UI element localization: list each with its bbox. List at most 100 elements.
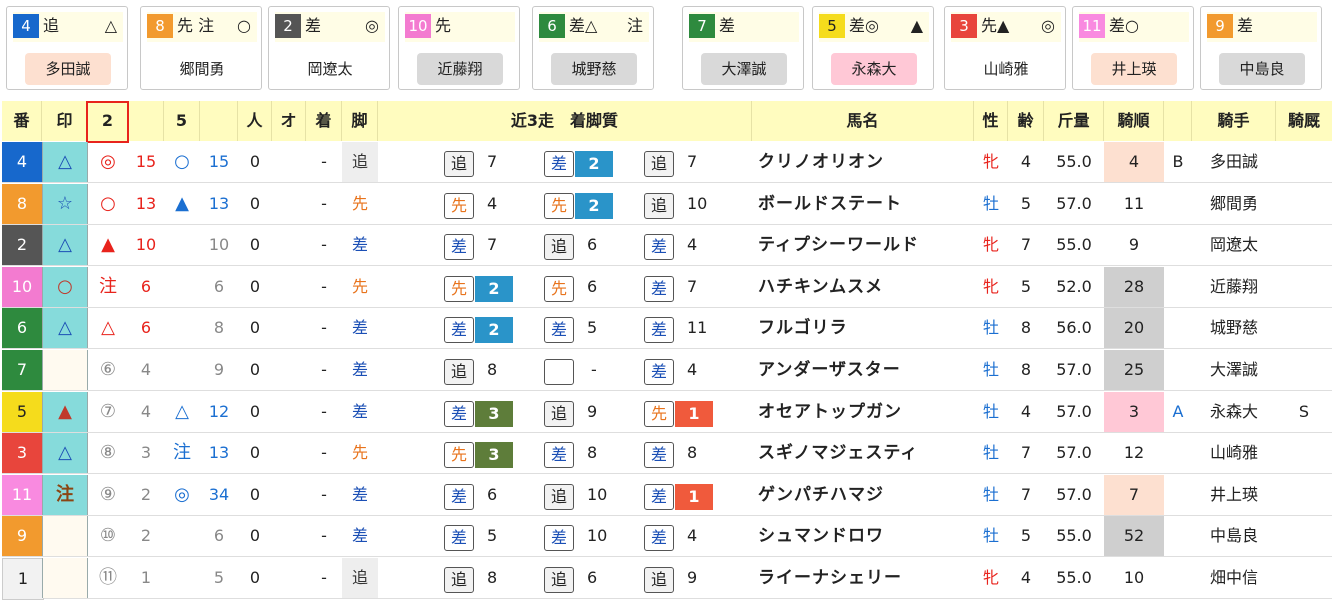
ashi-value: 先	[351, 193, 368, 213]
jockey-card[interactable]: 10 先 近藤翔	[398, 6, 520, 90]
header-chaku[interactable]: 着	[306, 101, 342, 141]
o-value	[272, 433, 306, 473]
table-row[interactable]: 10 ○ 注 6 6 0 - 先 ハチキンムスメ 牝 5 52.0 28 近藤翔…	[2, 266, 1332, 308]
row-mark-select[interactable]: △	[42, 433, 88, 474]
past-run-placing: 8	[487, 568, 498, 587]
horse-name[interactable]: ゲンパチハマジ	[758, 475, 884, 515]
table-row[interactable]: 9 ⑩ 2 6 0 - 差 シュマンドロワ 牡 5 55.0 52 中島良 差5…	[2, 516, 1332, 558]
jockey-name[interactable]: 永森大	[1192, 392, 1276, 432]
card-jockey-name[interactable]: 永森大	[831, 53, 917, 85]
jockey-name[interactable]: 山崎雅	[1192, 433, 1276, 473]
header-jockey[interactable]: 騎手	[1192, 101, 1276, 141]
card-jockey-name[interactable]: 井上瑛	[1091, 53, 1177, 85]
horse-name[interactable]: フルゴリラ	[758, 308, 848, 348]
row-mark-select[interactable]	[42, 350, 88, 390]
header-o[interactable]: オ	[272, 101, 306, 141]
header-mark-5[interactable]: 5	[164, 101, 200, 141]
kyusha-value	[1276, 350, 1332, 390]
mark2-value: 15	[135, 152, 157, 171]
card-jockey-name[interactable]: 近藤翔	[417, 53, 503, 85]
header-ashi[interactable]: 脚	[342, 101, 378, 141]
card-jockey-name[interactable]: 中島良	[1219, 53, 1305, 85]
jockey-card[interactable]: 11 差○ 井上瑛	[1072, 6, 1194, 90]
past-run-placing-badge: 3	[475, 442, 513, 469]
header-recent[interactable]: 近3走 着脚質	[378, 101, 752, 141]
card-mark: ◎	[1041, 16, 1055, 35]
table-row[interactable]: 1 ⑪ 1 5 0 - 追 ライーナシェリー 牝 4 55.0 10 畑中信 追…	[2, 558, 1332, 600]
header-ninki[interactable]: 人	[238, 101, 272, 141]
horse-name[interactable]: オセアトップガン	[758, 392, 902, 432]
past-run-style: 追	[544, 400, 574, 427]
table-row[interactable]: 5 ▲ ⑦ 4 △ 12 0 - 差 オセアトップガン 牡 4 57.0 3 A…	[2, 391, 1332, 433]
past-run-style: 差	[544, 317, 574, 344]
card-header: 6 差△ 注	[539, 12, 649, 42]
header-ban[interactable]: 番	[2, 101, 42, 141]
chaku-value: -	[321, 193, 327, 213]
horse-name[interactable]: ライーナシェリー	[758, 558, 902, 598]
card-jockey-name[interactable]: 城野慈	[551, 53, 637, 85]
table-row[interactable]: 4 △ ◎ 15 ○ 15 0 - 追 クリノオリオン 牝 4 55.0 4 B…	[2, 142, 1332, 183]
card-jockey-name[interactable]: 多田誠	[25, 53, 111, 85]
jockey-name[interactable]: 近藤翔	[1192, 267, 1276, 307]
mark5-value: 6	[213, 526, 225, 546]
jockey-name[interactable]: 畑中信	[1192, 558, 1276, 598]
row-mark-select[interactable]: △	[42, 142, 88, 182]
row-mark-select[interactable]: ▲	[42, 391, 88, 432]
jockey-name[interactable]: 郷間勇	[1192, 184, 1276, 224]
header-sex[interactable]: 性	[974, 101, 1008, 141]
jockey-card[interactable]: 8 先 注 ○ 郷間勇	[140, 6, 262, 90]
header-weight[interactable]: 斤量	[1044, 101, 1104, 141]
jockey-card[interactable]: 6 差△ 注 城野慈	[532, 6, 654, 90]
header-age[interactable]: 齢	[1008, 101, 1044, 141]
table-row[interactable]: 8 ☆ ○ 13 ▲ 13 0 - 先 ボールドステート 牡 5 57.0 11…	[2, 183, 1332, 225]
jockey-card[interactable]: 4 追 △ 多田誠	[6, 6, 128, 90]
jockey-name[interactable]: 中島良	[1192, 516, 1276, 556]
row-mark-select[interactable]: △	[42, 308, 88, 349]
card-jockey-name[interactable]: 山崎雅	[963, 53, 1049, 85]
table-row[interactable]: 2 △ ▲ 10 10 0 - 差 ティプシーワールド 牝 7 55.0 9 岡…	[2, 225, 1332, 267]
horse-name[interactable]: ハチキンムスメ	[758, 267, 883, 307]
row-mark-select[interactable]	[42, 516, 88, 557]
jockey-name[interactable]: 多田誠	[1192, 142, 1276, 182]
table-row[interactable]: 11 注 ⑨ 2 ◎ 34 0 - 差 ゲンパチハマジ 牡 7 57.0 7 井…	[2, 474, 1332, 516]
card-number-badge: 7	[689, 14, 715, 38]
row-mark-select[interactable]: ☆	[42, 183, 88, 224]
jockey-card[interactable]: 3 先▲ ◎ 山崎雅	[944, 6, 1066, 90]
header-horse[interactable]: 馬名	[752, 101, 974, 141]
horse-name[interactable]: スギノマジェスティ	[758, 433, 918, 473]
horse-name[interactable]: クリノオリオン	[758, 142, 884, 182]
table-row[interactable]: 6 △ △ 6 8 0 - 差 フルゴリラ 牡 8 56.0 20 城野慈 差2…	[2, 308, 1332, 350]
mark2-value: 3	[140, 443, 152, 463]
row-mark-select[interactable]: 注	[42, 474, 88, 515]
header-kyusha[interactable]: 騎厩	[1276, 101, 1332, 141]
o-value	[272, 142, 306, 182]
header-shirushi[interactable]: 印	[42, 101, 88, 141]
row-mark-select[interactable]: △	[42, 225, 88, 266]
card-jockey-name[interactable]: 岡遼太	[287, 53, 373, 85]
jockey-card[interactable]: 2 差 ◎ 岡遼太	[268, 6, 390, 90]
horse-name[interactable]: ボールドステート	[758, 184, 902, 224]
mark5-value: 6	[213, 276, 225, 296]
card-jockey-name[interactable]: 大澤誠	[701, 53, 787, 85]
sex-value: 牝	[982, 568, 999, 587]
jockey-name[interactable]: 井上瑛	[1192, 475, 1276, 515]
table-row[interactable]: 7 ⑥ 4 9 0 - 差 アンダーザスター 牡 8 57.0 25 大澤誠 追…	[2, 350, 1332, 391]
mark2-symbol: ⑧	[99, 442, 117, 464]
jockey-card[interactable]: 5 差◎ ▲ 永森大	[812, 6, 934, 90]
row-mark-select[interactable]	[42, 558, 88, 598]
past-run-placing: 7	[487, 152, 498, 171]
jockey-name[interactable]: 大澤誠	[1192, 350, 1276, 390]
jockey-name[interactable]: 岡遼太	[1192, 225, 1276, 265]
header-jrank[interactable]: 騎順	[1104, 101, 1164, 141]
row-mark-select[interactable]: ○	[42, 266, 88, 307]
mark2-value: 4	[140, 360, 152, 379]
jockey-name[interactable]: 城野慈	[1192, 308, 1276, 348]
card-jockey-name[interactable]: 郷間勇	[159, 53, 245, 85]
mark5-symbol	[164, 350, 200, 390]
horse-name[interactable]: アンダーザスター	[758, 350, 901, 390]
table-row[interactable]: 3 △ ⑧ 3 注 13 0 - 先 スギノマジェスティ 牡 7 57.0 12…	[2, 433, 1332, 475]
horse-name[interactable]: ティプシーワールド	[758, 225, 919, 265]
jockey-card[interactable]: 7 差 大澤誠	[682, 6, 804, 90]
jockey-card[interactable]: 9 差 中島良	[1200, 6, 1322, 90]
horse-name[interactable]: シュマンドロワ	[758, 516, 884, 556]
